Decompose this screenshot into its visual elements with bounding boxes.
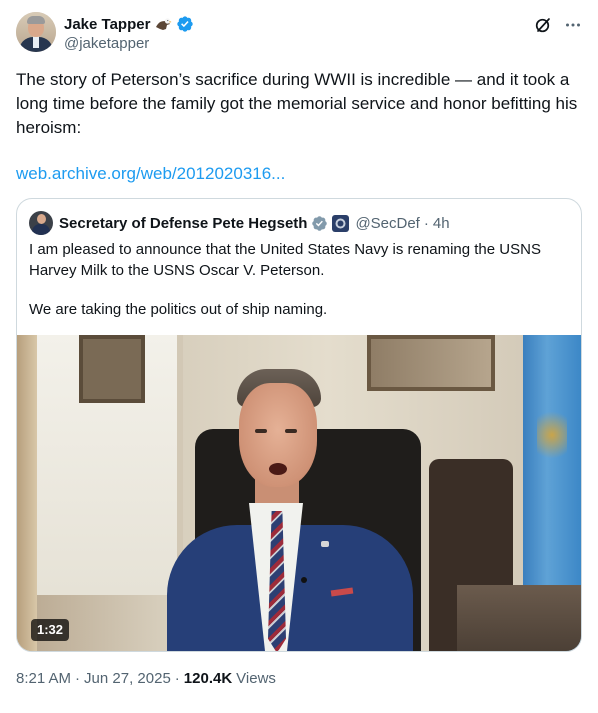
quote-author-handle[interactable]: @SecDef bbox=[355, 215, 419, 232]
more-dots-icon[interactable] bbox=[564, 16, 582, 34]
tweet-text: The story of Peterson’s sacrifice during… bbox=[16, 70, 578, 137]
tweet-top-actions bbox=[534, 16, 582, 34]
author-name-row: Jake Tapper bbox=[64, 14, 194, 34]
tweet-date[interactable]: Jun 27, 2025 bbox=[84, 670, 171, 687]
meta-separator: · bbox=[174, 670, 180, 687]
tweet-meta: 8:21 AM · Jun 27, 2025 · 120.4K Views bbox=[16, 670, 276, 687]
quote-author-display-name[interactable]: Secretary of Defense Pete Hegseth bbox=[59, 215, 307, 232]
meta-separator: · bbox=[423, 214, 429, 232]
quote-author-avatar[interactable] bbox=[29, 211, 53, 235]
quote-author-row: Secretary of Defense Pete Hegseth @SecDe… bbox=[59, 212, 450, 234]
tweet-link[interactable]: web.archive.org/web/2012020316... bbox=[16, 162, 285, 186]
quote-video[interactable]: 1:32 bbox=[17, 335, 581, 651]
quoted-tweet[interactable]: Secretary of Defense Pete Hegseth @SecDe… bbox=[16, 198, 582, 652]
tweet-time[interactable]: 8:21 AM bbox=[16, 670, 71, 687]
dod-affiliate-badge-icon[interactable] bbox=[332, 214, 350, 232]
meta-separator: · bbox=[75, 670, 81, 687]
verified-blue-icon[interactable] bbox=[176, 15, 194, 33]
views-label: Views bbox=[236, 670, 276, 687]
quote-text: I am pleased to announce that the United… bbox=[29, 239, 569, 320]
video-duration-badge: 1:32 bbox=[31, 619, 70, 641]
wall-painting bbox=[79, 335, 145, 403]
author-handle[interactable]: @jaketapper bbox=[64, 35, 149, 52]
quote-paragraph: We are taking the politics out of ship n… bbox=[29, 301, 328, 318]
quote-time-ago[interactable]: 4h bbox=[433, 215, 450, 232]
author-avatar[interactable] bbox=[16, 12, 56, 52]
wall-painting bbox=[367, 335, 495, 391]
bald-eagle-emoji-icon bbox=[154, 15, 172, 33]
verified-gray-icon[interactable] bbox=[311, 215, 328, 232]
views-count: 120.4K bbox=[183, 670, 233, 687]
tweet-header: Jake Tapper @jaketapper bbox=[16, 12, 582, 56]
quote-paragraph: I am pleased to announce that the United… bbox=[29, 241, 541, 279]
author-display-name[interactable]: Jake Tapper bbox=[64, 16, 150, 33]
grok-icon[interactable] bbox=[534, 16, 552, 34]
